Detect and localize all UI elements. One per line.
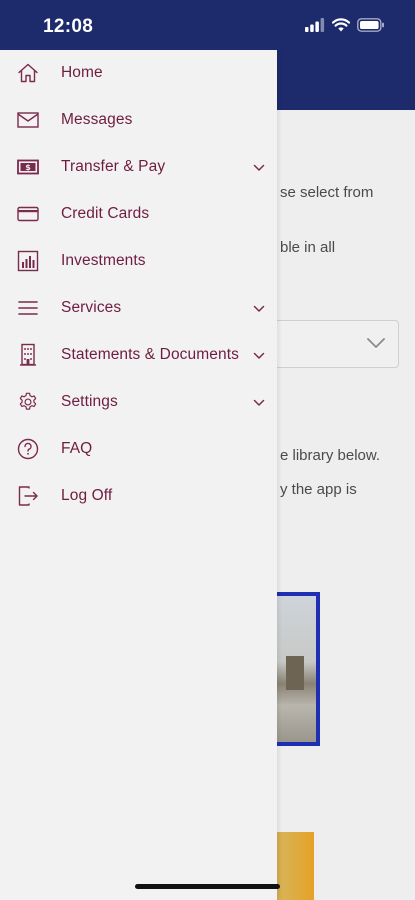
credit-card-icon	[16, 202, 40, 226]
background-text-line: se select from	[280, 184, 374, 201]
question-icon	[16, 437, 40, 461]
menu-item-faq[interactable]: FAQ	[0, 426, 277, 473]
menu-item-label: Credit Cards	[61, 205, 150, 222]
menu-item-home[interactable]: Home	[0, 50, 277, 97]
battery-icon	[357, 18, 384, 32]
money-icon: $	[16, 155, 40, 179]
status-time: 12:08	[43, 16, 94, 37]
menu-item-label: FAQ	[61, 440, 93, 457]
menu-item-label: Home	[61, 64, 103, 81]
menu-item-label: Statements & Documents	[61, 346, 239, 363]
menu-item-label: Log Off	[61, 487, 113, 504]
envelope-icon	[16, 108, 40, 132]
chevron-down-icon	[253, 164, 265, 171]
gear-icon	[16, 390, 40, 414]
bar-chart-icon	[16, 249, 40, 273]
menu-item-label: Investments	[61, 252, 146, 269]
menu-item-transfer-pay[interactable]: $ Transfer & Pay	[0, 144, 277, 191]
status-bar: 12:08	[0, 0, 415, 50]
menu-item-label: Messages	[61, 111, 133, 128]
menu-item-credit-cards[interactable]: Credit Cards	[0, 191, 277, 238]
home-indicator[interactable]	[135, 884, 280, 889]
wifi-icon	[332, 18, 350, 32]
background-text-line: ble in all	[280, 239, 336, 256]
menu-item-label: Transfer & Pay	[61, 158, 166, 175]
svg-text:$: $	[25, 163, 31, 172]
chevron-down-icon	[367, 338, 385, 348]
background-text-line: y the app is	[280, 481, 357, 498]
menu-item-label: Services	[61, 299, 122, 316]
side-drawer-menu: Home Messages $ Transfer & Pay Credit Ca…	[0, 50, 277, 900]
home-icon	[16, 61, 40, 85]
building-icon	[16, 343, 40, 367]
chevron-down-icon	[253, 352, 265, 359]
menu-item-statements-documents[interactable]: Statements & Documents	[0, 332, 277, 379]
menu-item-services[interactable]: Services	[0, 285, 277, 332]
logout-icon	[16, 484, 40, 508]
menu-item-label: Settings	[61, 393, 118, 410]
menu-item-log-off[interactable]: Log Off	[0, 473, 277, 520]
menu-item-settings[interactable]: Settings	[0, 379, 277, 426]
status-icons	[305, 18, 385, 32]
menu-lines-icon	[16, 296, 40, 320]
background-text-line: e library below.	[280, 447, 381, 464]
chevron-down-icon	[253, 305, 265, 312]
chevron-down-icon	[253, 399, 265, 406]
menu-item-messages[interactable]: Messages	[0, 97, 277, 144]
signal-icon	[305, 18, 325, 32]
menu-item-investments[interactable]: Investments	[0, 238, 277, 285]
